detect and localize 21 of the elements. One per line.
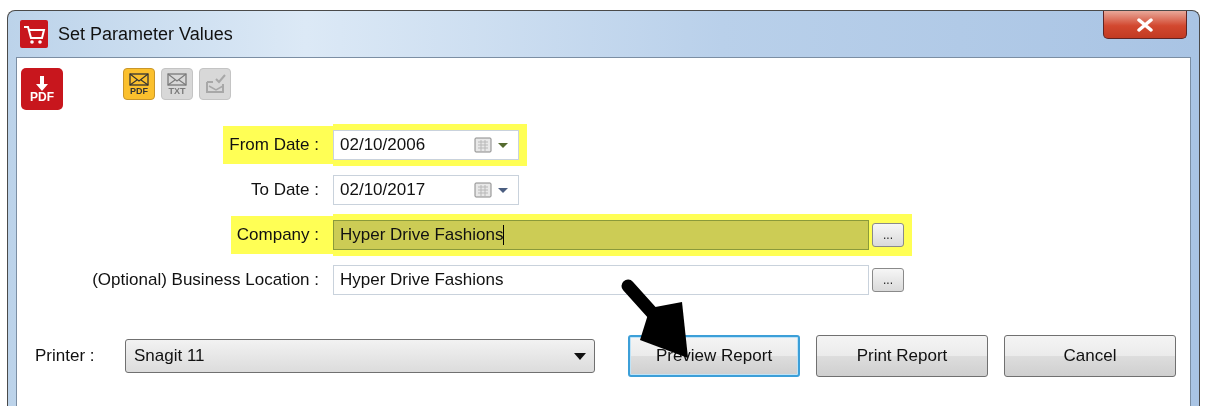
window-title: Set Parameter Values <box>58 23 233 45</box>
date-picker[interactable]: 02/10/2006 <box>333 129 519 160</box>
field-label: Company : <box>230 215 333 254</box>
field-label: From Date : <box>223 125 333 164</box>
browse-button[interactable]: ... <box>872 222 904 247</box>
close-button[interactable] <box>1103 11 1187 39</box>
shopping-cart-icon <box>20 20 48 48</box>
field-label: To Date : <box>249 178 320 201</box>
printer-dropdown[interactable]: Snagit 11 <box>125 339 595 373</box>
text-field[interactable]: Hyper Drive Fashions <box>333 219 869 250</box>
browse-button[interactable]: ... <box>872 267 904 292</box>
field-label: (Optional) Business Location : <box>91 268 320 291</box>
pdf-download-icon[interactable]: PDF <box>21 68 63 110</box>
dropdown-arrow-icon <box>574 352 586 360</box>
printer-label: Printer : <box>34 346 96 366</box>
email-icon[interactable]: PDF <box>123 68 155 100</box>
dialog-button[interactable]: Print Report <box>816 335 988 377</box>
close-icon <box>1136 17 1154 32</box>
dialog-button[interactable]: Cancel <box>1004 335 1176 377</box>
date-picker[interactable]: 02/10/2017 <box>333 174 519 205</box>
text-field[interactable]: Hyper Drive Fashions <box>333 264 869 295</box>
